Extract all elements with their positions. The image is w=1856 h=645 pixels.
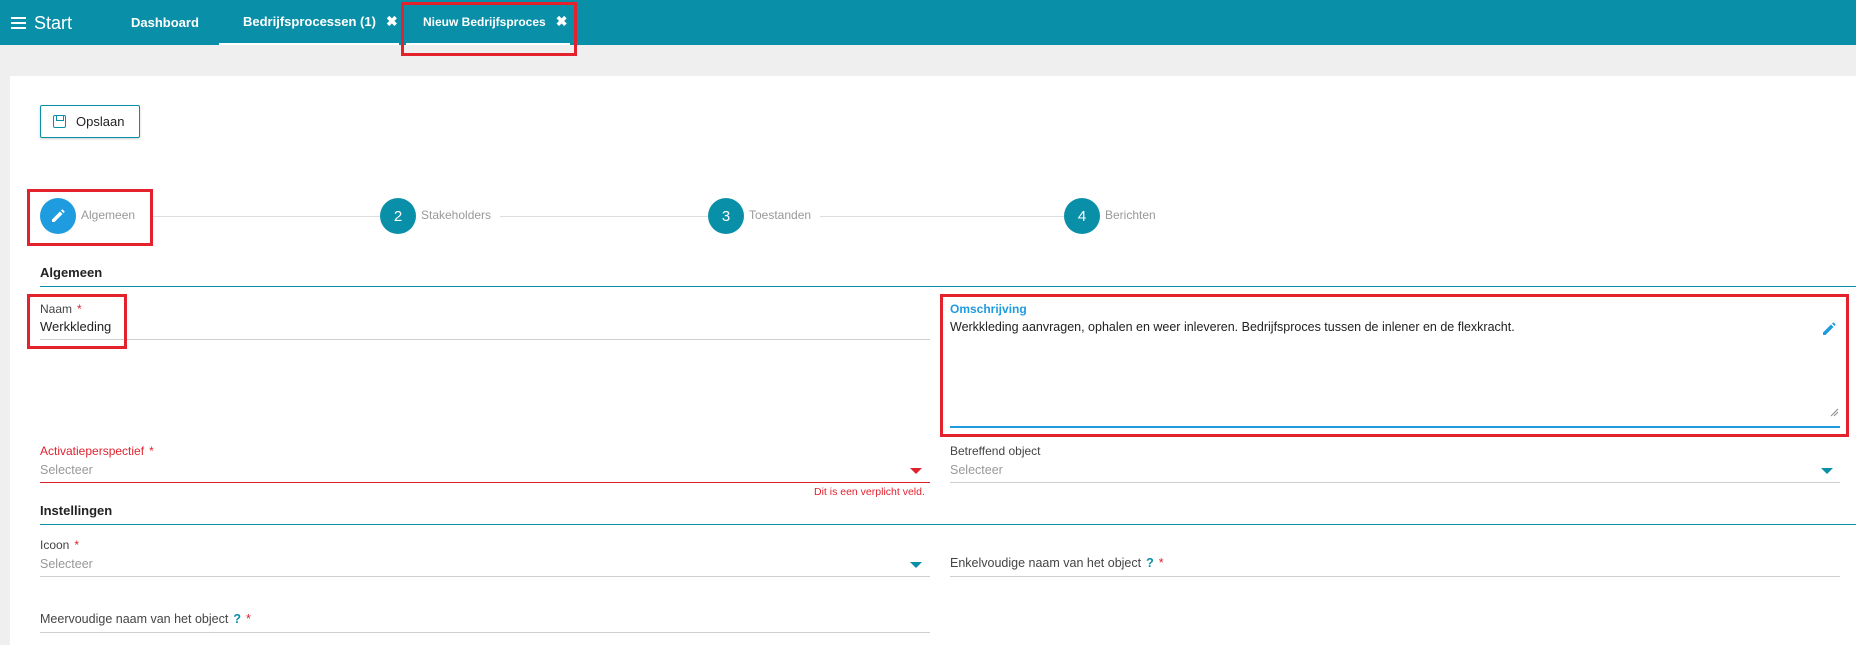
highlight-box-naam bbox=[27, 294, 127, 349]
betreffend-object-select[interactable]: Selecteer bbox=[950, 463, 1003, 477]
step-number: 3 bbox=[721, 207, 731, 225]
tab-label: Bedrijfsprocessen (1) bbox=[243, 14, 376, 29]
icoon-select[interactable]: Selecteer bbox=[40, 557, 93, 571]
tab-bedrijfsprocessen[interactable]: Bedrijfsprocessen (1) ✖ bbox=[219, 0, 399, 45]
step-label-berichten: Berichten bbox=[1105, 208, 1156, 222]
section-title-algemeen: Algemeen bbox=[40, 265, 103, 280]
activatieperspectief-label: Activatieperspectief * bbox=[40, 444, 154, 458]
section-divider bbox=[40, 524, 1856, 525]
save-button-label: Opslaan bbox=[76, 114, 125, 129]
section-divider bbox=[40, 286, 1856, 287]
save-icon bbox=[53, 115, 66, 128]
stepper-connector bbox=[500, 216, 708, 217]
icoon-underline bbox=[40, 576, 930, 577]
chevron-down-icon[interactable] bbox=[910, 468, 922, 474]
icoon-label: Icoon * bbox=[40, 538, 80, 552]
validation-error-text: Dit is een verplicht veld. bbox=[814, 486, 925, 498]
chevron-down-icon[interactable] bbox=[1821, 468, 1833, 474]
meervoudige-naam-input[interactable] bbox=[40, 632, 930, 633]
start-label: Start bbox=[34, 12, 73, 33]
highlight-box-tab bbox=[401, 2, 577, 56]
enkelvoudige-naam-input[interactable] bbox=[950, 576, 1840, 577]
close-icon[interactable]: ✖ bbox=[386, 13, 398, 30]
step-label-stakeholders: Stakeholders bbox=[421, 208, 492, 222]
activatieperspectief-underline bbox=[40, 482, 930, 483]
naam-underline bbox=[40, 339, 930, 340]
activatieperspectief-select[interactable]: Selecteer bbox=[40, 463, 93, 477]
stepper-connector bbox=[152, 216, 380, 217]
stepper-connector bbox=[820, 216, 1064, 217]
top-navigation-bar: Start Dashboard Bedrijfsprocessen (1) ✖ … bbox=[0, 0, 1856, 45]
step-label-toestanden: Toestanden bbox=[749, 208, 812, 222]
tab-dashboard[interactable]: Dashboard bbox=[131, 0, 199, 45]
step-number: 4 bbox=[1077, 207, 1087, 225]
tab-label: Dashboard bbox=[131, 15, 199, 30]
hamburger-menu-icon bbox=[11, 17, 26, 29]
enkelvoudige-naam-label: Enkelvoudige naam van het object? * bbox=[950, 556, 1164, 570]
help-icon: ? bbox=[1146, 556, 1154, 570]
betreffend-object-underline bbox=[950, 482, 1840, 483]
start-menu-button[interactable]: Start bbox=[11, 12, 72, 34]
step-berichten[interactable]: 4 bbox=[1064, 198, 1100, 234]
step-stakeholders[interactable]: 2 bbox=[380, 198, 416, 234]
betreffend-object-label: Betreffend object bbox=[950, 444, 1041, 458]
chevron-down-icon[interactable] bbox=[910, 562, 922, 568]
meervoudige-naam-label: Meervoudige naam van het object? * bbox=[40, 612, 251, 626]
highlight-box-step bbox=[27, 189, 153, 246]
save-button[interactable]: Opslaan bbox=[40, 105, 140, 138]
step-number: 2 bbox=[393, 207, 403, 225]
section-title-instellingen: Instellingen bbox=[40, 503, 113, 518]
help-icon: ? bbox=[233, 612, 241, 626]
highlight-box-omschrijving bbox=[940, 294, 1849, 437]
step-toestanden[interactable]: 3 bbox=[708, 198, 744, 234]
